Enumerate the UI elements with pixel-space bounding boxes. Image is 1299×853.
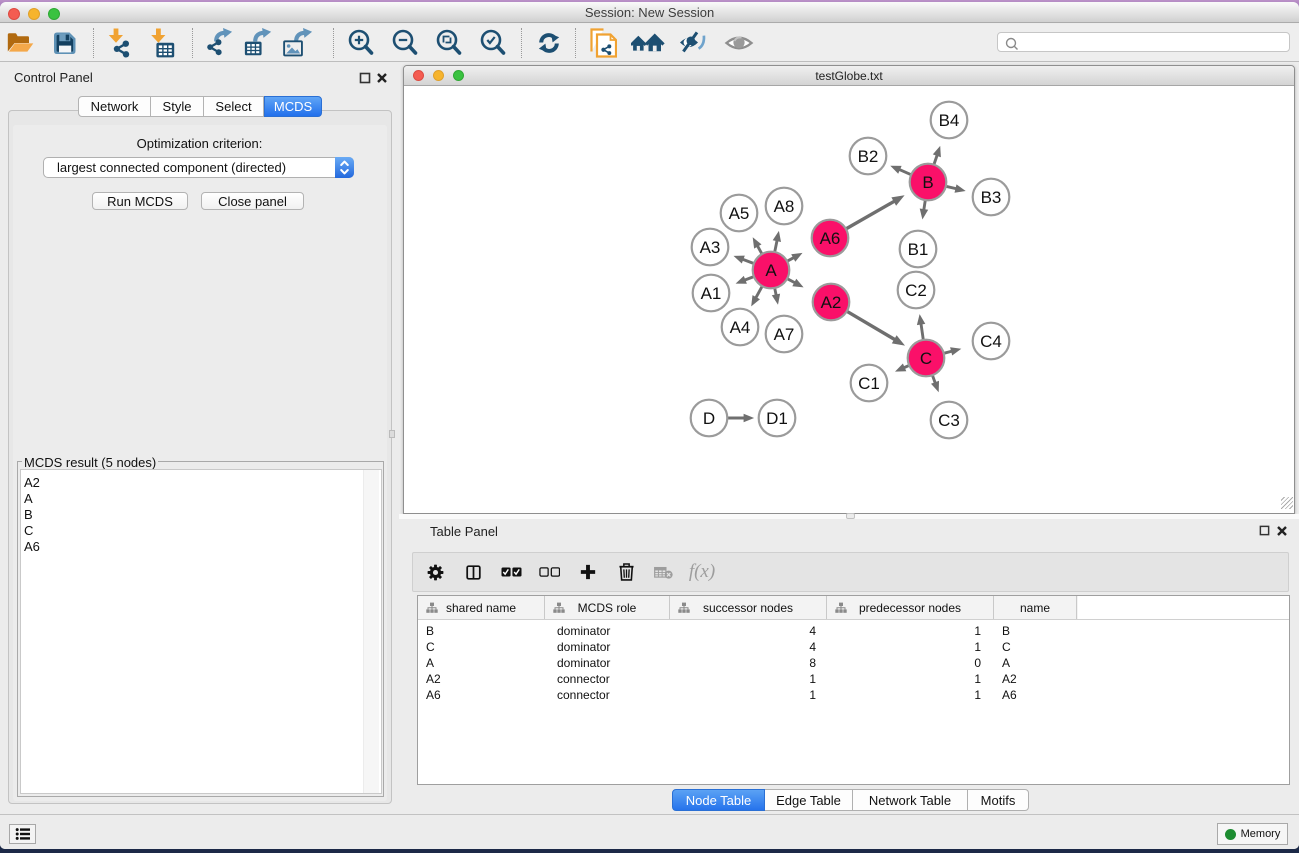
svg-text:B2: B2: [858, 147, 879, 166]
svg-text:C4: C4: [980, 332, 1002, 351]
svg-text:A: A: [765, 261, 777, 280]
svg-text:C3: C3: [938, 411, 960, 430]
svg-text:C2: C2: [905, 281, 927, 300]
svg-text:B3: B3: [981, 188, 1002, 207]
svg-text:A6: A6: [820, 229, 841, 248]
svg-text:B1: B1: [908, 240, 929, 259]
svg-text:C1: C1: [858, 374, 880, 393]
svg-text:A3: A3: [700, 238, 721, 257]
svg-text:D1: D1: [766, 409, 788, 428]
svg-text:C: C: [920, 349, 932, 368]
svg-text:A2: A2: [821, 293, 842, 312]
svg-text:A1: A1: [701, 284, 722, 303]
svg-text:A7: A7: [774, 325, 795, 344]
svg-text:B4: B4: [939, 111, 960, 130]
svg-text:A5: A5: [729, 204, 750, 223]
svg-text:D: D: [703, 409, 715, 428]
svg-text:B: B: [922, 173, 933, 192]
svg-text:A8: A8: [774, 197, 795, 216]
svg-text:A4: A4: [730, 318, 751, 337]
